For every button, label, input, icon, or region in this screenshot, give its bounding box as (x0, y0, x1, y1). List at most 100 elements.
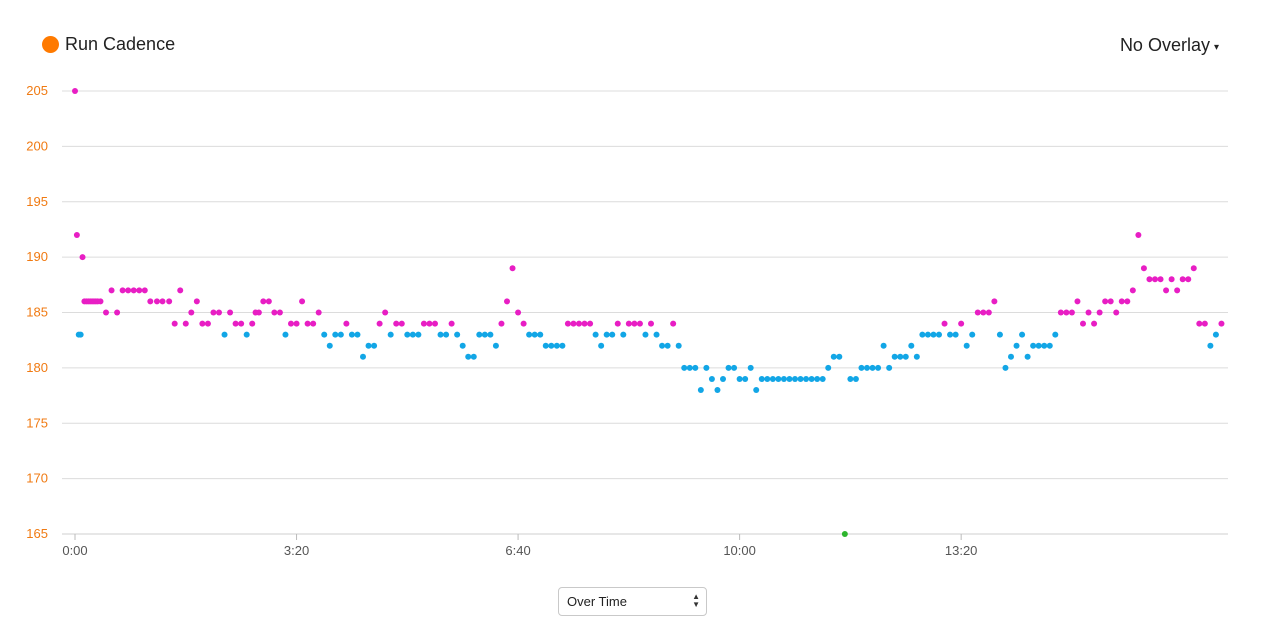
data-point (1080, 320, 1086, 327)
data-point (1135, 231, 1142, 238)
data-point (542, 342, 549, 349)
data-point (1179, 276, 1186, 283)
data-point (227, 309, 234, 316)
data-point (348, 331, 355, 338)
data-point (515, 309, 522, 316)
y-tick-label: 165 (26, 526, 48, 541)
data-point (963, 342, 970, 349)
data-point (255, 309, 262, 316)
data-point (199, 320, 206, 327)
data-point (487, 331, 494, 338)
data-point (73, 231, 80, 238)
data-point (193, 298, 200, 305)
data-point (836, 353, 843, 360)
data-point (354, 331, 361, 338)
mode-select-label: Over Time (567, 594, 627, 609)
data-point (841, 531, 848, 537)
data-point (454, 331, 461, 338)
data-point (332, 331, 339, 338)
data-point (858, 364, 865, 371)
data-point (404, 331, 411, 338)
data-point (1212, 331, 1219, 338)
data-point (171, 320, 178, 327)
data-point (365, 342, 372, 349)
data-point (141, 287, 148, 294)
y-tick-label: 175 (26, 415, 48, 430)
data-point (625, 320, 632, 327)
data-point (559, 342, 566, 349)
data-point (1190, 265, 1197, 272)
data-point (941, 320, 948, 327)
data-point (1113, 309, 1120, 316)
data-point (653, 331, 660, 338)
data-point (221, 331, 228, 338)
data-point (260, 298, 267, 305)
data-point (609, 331, 616, 338)
data-point (432, 320, 438, 327)
data-point (913, 353, 920, 360)
y-tick-label: 190 (26, 249, 48, 264)
data-point (476, 331, 483, 338)
data-point (797, 375, 804, 382)
data-point (371, 342, 378, 349)
data-point (243, 331, 250, 338)
data-point (930, 331, 937, 338)
data-point (814, 375, 821, 382)
data-point (420, 320, 427, 327)
data-point (980, 309, 987, 316)
y-axis-labels: 205 200 195 190 185 180 175 170 165 (26, 83, 48, 541)
data-point (908, 342, 915, 349)
data-point (720, 375, 726, 382)
data-point (1068, 309, 1075, 316)
data-point (409, 331, 416, 338)
chart-gridlines (62, 90, 1228, 535)
chart-mode-select[interactable]: Over Time ▲ ▼ (558, 587, 707, 616)
y-tick-label: 170 (26, 471, 48, 486)
data-point (1024, 353, 1031, 360)
data-point (1008, 353, 1014, 360)
x-tick-label: 0:00 (62, 543, 87, 558)
data-point (108, 287, 115, 294)
data-point (598, 342, 605, 349)
data-point (387, 331, 394, 338)
data-point (581, 320, 588, 327)
data-point (321, 331, 328, 338)
data-point (620, 331, 627, 338)
data-point (891, 353, 898, 360)
x-tick-label: 10:00 (723, 543, 756, 558)
data-point (576, 320, 582, 327)
y-tick-label: 205 (26, 83, 48, 98)
data-point (1140, 265, 1147, 272)
data-point (786, 375, 793, 382)
data-point (819, 375, 826, 382)
data-point (725, 364, 732, 371)
data-point (880, 342, 887, 349)
data-point (1063, 309, 1070, 316)
data-point (758, 375, 765, 382)
data-point (548, 342, 555, 349)
data-point (481, 331, 488, 338)
data-point (1185, 276, 1192, 283)
data-point (360, 353, 366, 360)
data-point (249, 320, 256, 327)
data-point (952, 331, 959, 338)
data-point (864, 364, 870, 371)
data-point (681, 364, 688, 371)
data-point (897, 353, 904, 360)
data-point (531, 331, 538, 338)
data-point (119, 287, 126, 294)
data-point (337, 331, 344, 338)
data-point (996, 331, 1003, 338)
data-point (958, 320, 965, 327)
data-point (697, 387, 704, 394)
data-point (282, 331, 289, 338)
data-point (592, 331, 599, 338)
data-point (216, 309, 222, 316)
data-point (742, 375, 749, 382)
data-point (553, 342, 560, 349)
data-point (1163, 287, 1170, 294)
data-point (969, 331, 976, 338)
data-point (636, 320, 643, 327)
data-point (526, 331, 533, 338)
data-point (130, 287, 137, 294)
